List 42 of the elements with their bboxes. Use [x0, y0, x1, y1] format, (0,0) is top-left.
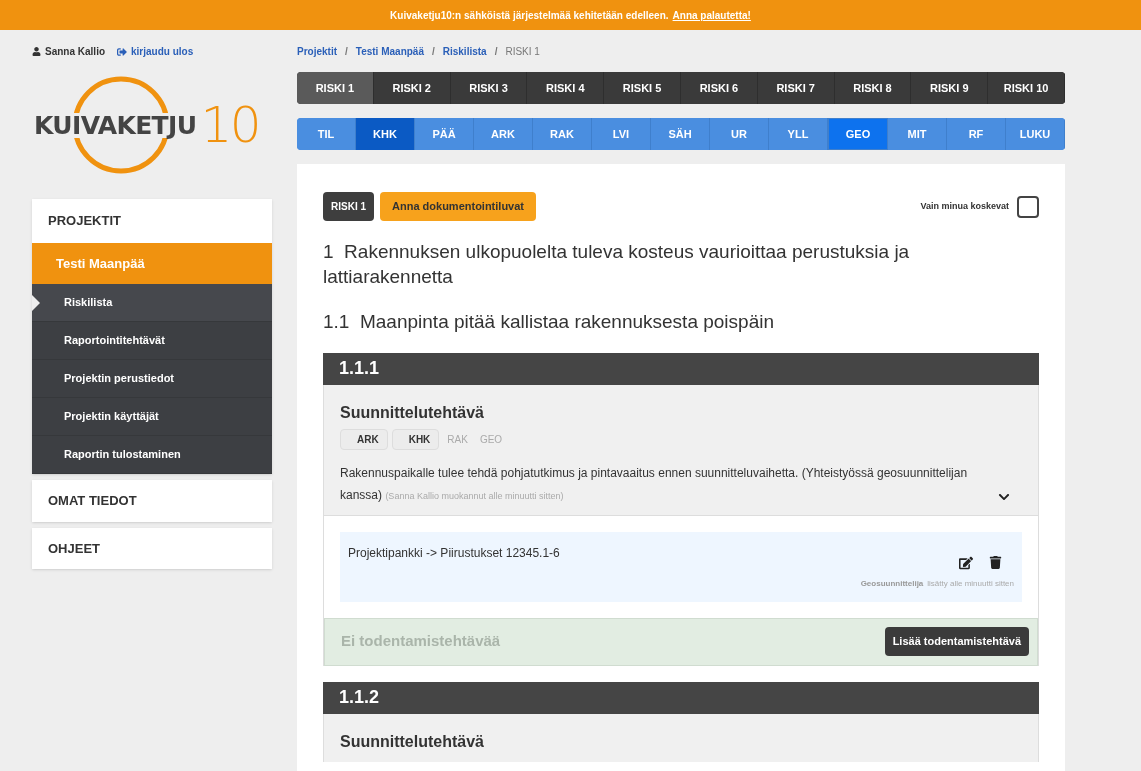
section-header: 1.1.1	[323, 352, 1039, 385]
discipline-tab[interactable]: KHK	[356, 118, 415, 150]
discipline-tab[interactable]: TIL	[297, 118, 356, 150]
logo-number: 10	[200, 100, 259, 150]
selection-marker-icon	[32, 295, 40, 311]
sidebar-heading[interactable]: PROJEKTIT	[32, 199, 272, 243]
breadcrumb-link[interactable]: Testi Maanpää	[355, 44, 424, 59]
risk-badge: RISKI 1	[323, 192, 374, 221]
logout-icon	[117, 46, 127, 57]
breadcrumb-separator: /	[494, 45, 498, 59]
section-header: 1.1.2	[323, 681, 1039, 714]
risk-heading: 1 Rakennuksen ulkopuolelta tuleva kosteus vaurioittaa perustuksia ja lattiarakennetta	[323, 240, 911, 289]
breadcrumb-link[interactable]: Projektit	[297, 44, 337, 59]
filter-checkbox[interactable]	[1017, 195, 1039, 218]
subheading: 1.1 Maanpinta pitää kallistaa rakennuksesta poispäin	[323, 310, 775, 334]
logout-link[interactable]: kirjaudu ulos	[117, 44, 194, 59]
permissions-button[interactable]: Anna dokumentointiluvat	[380, 192, 536, 221]
breadcrumb-link[interactable]: Riskilista	[442, 44, 487, 59]
risk-tab[interactable]: RISKI 1	[297, 72, 374, 104]
add-verification-button[interactable]: Lisää todentamistehtävä	[884, 627, 1029, 656]
breadcrumb-separator: /	[345, 45, 348, 59]
entry-text: Projektipankki -> Piirustukset 12345.1-6	[348, 544, 560, 562]
entry-time: lisätty alle minuutti sitten	[927, 577, 1014, 590]
breadcrumb-current: RISKI 1	[505, 45, 540, 59]
user-icon	[32, 47, 41, 56]
entry-author: Geosuunnittelija	[860, 577, 924, 590]
banner-text: Kuivaketju10:n sähköistä järjestelmää kehitetään edelleen.	[390, 8, 669, 23]
discipline-tag[interactable]: KHK	[391, 428, 440, 450]
task-description: Rakennuspaikalle tulee tehdä pohjatutkimus ja pintavaaitus ennen suunnitteluvaihetta. (Yhteistyössä geosuunnittelijan kanssa) (Sanna Kallio muokannut alle minuutti sitten)	[340, 464, 969, 504]
edit-icon[interactable]	[959, 555, 973, 570]
discipline-tag[interactable]: ARK	[340, 428, 388, 450]
sidebar-item[interactable]: Riskilista	[32, 284, 272, 322]
sidebar-heading[interactable]: OHJEET	[32, 527, 272, 569]
breadcrumb-separator: /	[431, 45, 435, 59]
sidebar-heading[interactable]: OMAT TIEDOT	[32, 480, 272, 522]
user-name: Sanna Kallio	[45, 45, 105, 59]
filter-label: Vain minua koskevat	[920, 199, 1009, 213]
task-title: Suunnittelutehtävä	[340, 731, 485, 752]
discipline-tab[interactable]: GEO	[828, 118, 888, 150]
trash-icon[interactable]	[989, 555, 1002, 569]
empty-verification-text: Ei todentamistehtävää	[341, 631, 501, 652]
task-title: Suunnittelutehtävä	[340, 402, 485, 423]
